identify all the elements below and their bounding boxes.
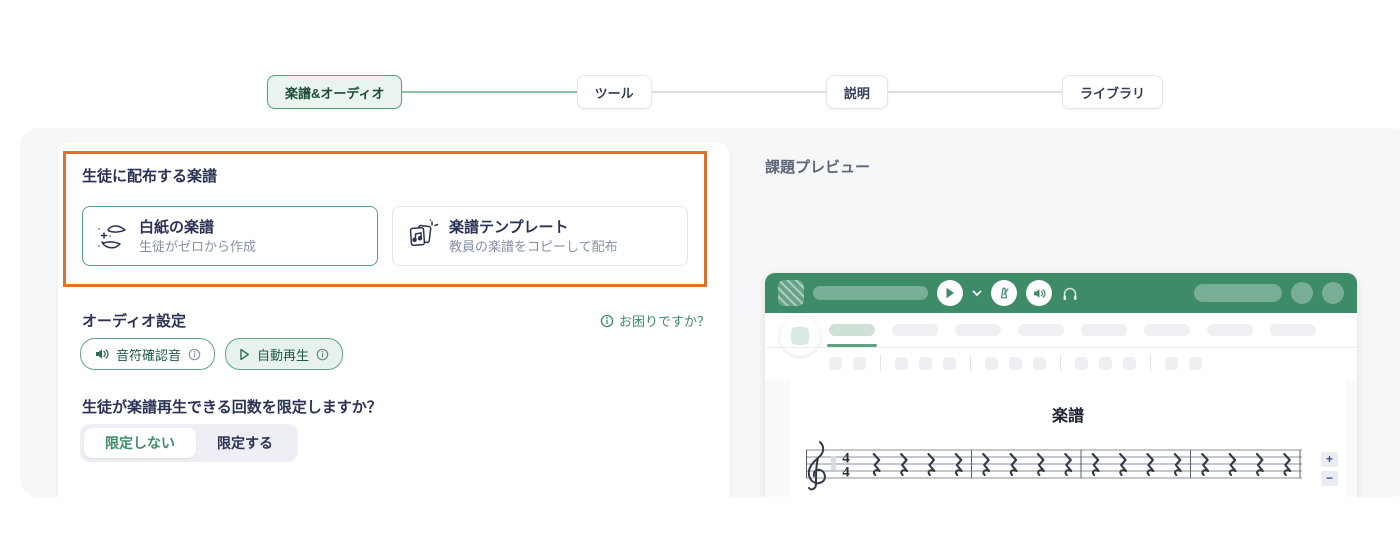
staff-row: 44 + − [790, 434, 1346, 497]
assignment-preview-window: 楽譜 44 + − [765, 273, 1357, 497]
score-preview-area: 楽譜 44 + − [765, 380, 1357, 497]
zoom-in-button[interactable]: + [1321, 451, 1338, 467]
tab-placeholder [1081, 324, 1127, 336]
svg-text:4: 4 [842, 465, 850, 481]
toggle-label: 音符確認音 [116, 347, 182, 363]
tool-placeholder [829, 356, 842, 370]
tool-placeholder [943, 356, 956, 370]
tool-placeholder [985, 356, 998, 370]
preview-heading: 課題プレビュー [765, 159, 871, 176]
play-button[interactable] [937, 280, 963, 306]
assignment-wizard-page: 楽譜&オーディオ ツール 説明 ライブラリ 生徒に配布する楽譜 白紙の楽譜 生徒… [0, 0, 1400, 560]
tab-placeholder [1144, 324, 1190, 336]
stepper-connector [887, 91, 1062, 93]
help-link[interactable]: お困りですか？ [600, 311, 710, 330]
tool-placeholder [1189, 356, 1202, 370]
score-title: 楽譜 [1051, 408, 1084, 425]
autoplay-toggle[interactable]: 自動再生 [225, 338, 344, 370]
preview-toolbar [765, 273, 1357, 313]
metronome-button[interactable] [991, 280, 1017, 306]
score-settings-card: 生徒に配布する楽譜 白紙の楽譜 生徒がゼロから作成 楽譜テンプレート 教員の楽譜… [58, 142, 730, 497]
title-placeholder [813, 286, 928, 300]
audio-toggle-group: 音符確認音 自動再生 [80, 338, 344, 370]
toolbar-circle-placeholder [1291, 282, 1313, 304]
play-icon [239, 348, 250, 361]
divider [765, 347, 1357, 348]
option-score-template[interactable]: 楽譜テンプレート 教員の楽譜をコピーして配布 [392, 206, 688, 266]
annotation-highlight-box: 生徒に配布する楽譜 白紙の楽譜 生徒がゼロから作成 楽譜テンプレート 教員の楽譜… [63, 151, 707, 287]
score-template-icon [405, 219, 439, 253]
step-tools[interactable]: ツール [576, 75, 652, 109]
action-placeholder [1194, 284, 1282, 302]
preview-tool-buttons [829, 355, 1202, 371]
tool-placeholder [1075, 356, 1088, 370]
toggle-label: 自動再生 [257, 347, 310, 363]
tool-placeholder [1165, 356, 1178, 370]
tab-placeholder [892, 324, 938, 336]
step-library[interactable]: ライブラリ [1061, 75, 1163, 109]
score-staff: 44 [802, 434, 1314, 497]
option-title: 白紙の楽譜 [139, 218, 215, 236]
tab-placeholder-active [827, 324, 877, 347]
divider [970, 355, 971, 371]
info-icon [600, 314, 614, 328]
limit-on-segment[interactable]: 限定する [196, 428, 294, 458]
distribution-heading: 生徒に配布する楽譜 [82, 168, 218, 185]
audio-settings-header: オーディオ設定 お困りですか？ [82, 310, 710, 331]
headphones-icon [1061, 285, 1079, 302]
divider [1060, 355, 1061, 371]
chevron-down-icon[interactable] [972, 290, 982, 297]
tab-placeholder [955, 324, 1001, 336]
stepper-connector [402, 91, 577, 93]
help-link-label: お困りですか？ [618, 314, 710, 329]
tool-placeholder [895, 356, 908, 370]
app-logo-placeholder [778, 280, 804, 306]
info-icon [188, 348, 201, 361]
stepper: 楽譜&オーディオ ツール 説明 ライブラリ [267, 75, 1163, 109]
tool-placeholder [1099, 356, 1112, 370]
wizard-body-panel: 生徒に配布する楽譜 白紙の楽譜 生徒がゼロから作成 楽譜テンプレート 教員の楽譜… [20, 128, 1400, 497]
preview-tabs [827, 324, 1316, 347]
info-icon [316, 348, 329, 361]
audio-heading: オーディオ設定 [82, 313, 186, 330]
zoom-out-button[interactable]: − [1321, 470, 1338, 486]
toolbar-circle-placeholder [1322, 282, 1344, 304]
avatar-chip [791, 327, 809, 345]
playback-limit-question: 生徒が楽譜再生できる回数を限定しますか？ [82, 399, 382, 416]
divider [880, 355, 881, 371]
volume-button[interactable] [1026, 280, 1052, 306]
option-subtitle: 教員の楽譜をコピーして配布 [449, 238, 618, 254]
tab-placeholder [1018, 324, 1064, 336]
option-subtitle: 生徒がゼロから作成 [139, 238, 257, 254]
note-feedback-toggle[interactable]: 音符確認音 [80, 338, 216, 370]
distribution-options: 白紙の楽譜 生徒がゼロから作成 楽譜テンプレート 教員の楽譜をコピーして配布 [82, 206, 688, 266]
speaker-icon [94, 347, 109, 361]
stepper-connector [651, 91, 826, 93]
tab-placeholder [1207, 324, 1253, 336]
step-score-audio[interactable]: 楽譜&オーディオ [267, 75, 403, 109]
playback-limit-switch: 限定しない 限定する [80, 424, 298, 462]
divider [1150, 355, 1151, 371]
step-description[interactable]: 説明 [825, 75, 888, 109]
zoom-controls: + − [1321, 451, 1338, 486]
tab-placeholder [1270, 324, 1316, 336]
limit-off-segment[interactable]: 限定しない [84, 428, 196, 458]
score-page: 楽譜 44 + − [790, 380, 1346, 497]
tool-placeholder [1033, 356, 1046, 370]
option-title: 楽譜テンプレート [449, 218, 569, 236]
tool-placeholder [1009, 356, 1022, 370]
tool-placeholder [919, 356, 932, 370]
tool-placeholder [853, 356, 866, 370]
option-blank-score[interactable]: 白紙の楽譜 生徒がゼロから作成 [82, 206, 378, 266]
magic-hands-icon [95, 219, 129, 253]
tool-placeholder [1123, 356, 1136, 370]
avatar [780, 316, 820, 356]
preview-tab-row [765, 313, 1357, 380]
